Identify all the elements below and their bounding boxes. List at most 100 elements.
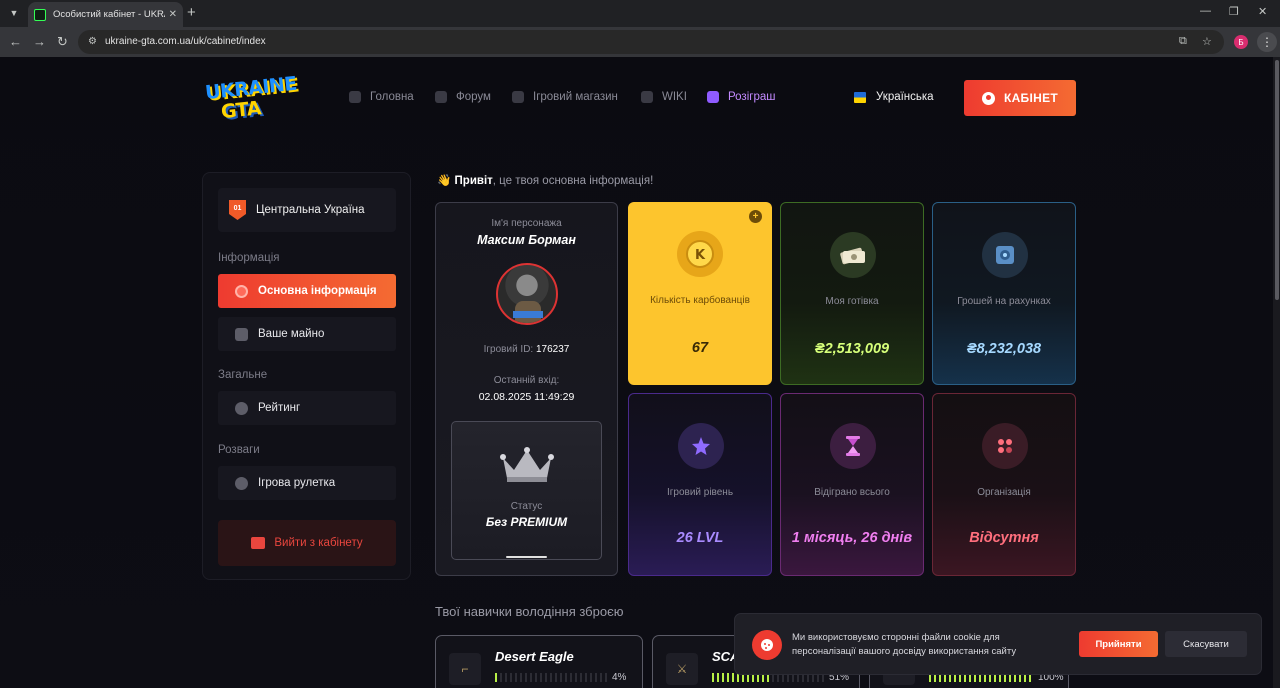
region-badge-icon: 01 xyxy=(229,200,246,220)
playtime-value: 1 місяць, 26 днів xyxy=(791,530,913,546)
sidebar-item-property[interactable]: Ваше майно xyxy=(218,317,396,351)
organization-label: Організація xyxy=(977,487,1031,498)
reload-icon[interactable]: ↻ xyxy=(57,34,68,49)
level-label: Ігровий рівень xyxy=(666,487,734,498)
minimize-icon[interactable]: — xyxy=(1200,5,1211,17)
nav-label: Головна xyxy=(370,91,414,103)
svg-text:K: K xyxy=(695,248,706,263)
greeting-bold: Привіт xyxy=(454,175,493,187)
section-general-label: Загальне xyxy=(218,369,268,381)
site-favicon-icon xyxy=(34,8,46,21)
weapon-name: Desert Eagle xyxy=(495,649,574,664)
cookie-banner: Ми використовуємо сторонні файли cookie … xyxy=(734,613,1262,675)
back-icon[interactable]: ← xyxy=(9,34,22,49)
url-text: ukraine-gta.com.ua/uk/cabinet/index xyxy=(105,36,266,47)
ukraine-flag-icon xyxy=(854,91,866,103)
organization-card: Організація Відсутня xyxy=(932,393,1076,576)
shop-icon xyxy=(512,91,524,103)
status-indicator xyxy=(506,556,547,558)
cookie-cancel-button[interactable]: Скасувати xyxy=(1165,631,1247,657)
sidebar-item-label: Ваше майно xyxy=(258,328,325,340)
bank-label: Грошей на рахунках xyxy=(957,296,1051,307)
page: UKRAINE GTA Головна Форум Ігровий магази… xyxy=(0,57,1273,688)
address-bar[interactable]: ⚙ ukraine-gta.com.ua/uk/cabinet/index ⧉ … xyxy=(78,30,1224,54)
section-games-label: Розваги xyxy=(218,444,260,456)
roulette-icon xyxy=(235,476,248,490)
game-id-label: Ігровий ID: xyxy=(483,344,534,355)
karbovantsi-value: 67 xyxy=(691,340,709,356)
level-value: 26 LVL xyxy=(676,530,724,546)
group-icon xyxy=(982,423,1028,469)
character-name-label: Ім'я персонажа xyxy=(491,218,562,229)
region-selector[interactable]: 01 Центральна Україна xyxy=(218,188,396,232)
weapon-skills-title: Твої навички володіння зброєю xyxy=(435,604,624,619)
bank-value: ₴8,232,038 xyxy=(966,341,1042,357)
cabinet-button[interactable]: КАБІНЕТ xyxy=(964,80,1076,116)
cookie-icon xyxy=(752,630,782,660)
alert-icon xyxy=(235,284,248,298)
status-label: Статус xyxy=(510,501,543,512)
user-icon xyxy=(981,91,995,105)
add-karbovantsi-button[interactable]: + xyxy=(749,210,762,223)
sidebar-item-label: Ігрова рулетка xyxy=(258,477,336,489)
close-window-icon[interactable]: ✕ xyxy=(1258,5,1267,18)
car-icon xyxy=(235,327,248,341)
browser-menu-icon[interactable]: ⋮ xyxy=(1257,32,1277,52)
nav-label: Форум xyxy=(456,91,491,103)
karbovantsi-label: Кількість карбованців xyxy=(650,295,750,306)
cash-label: Моя готівка xyxy=(825,296,879,307)
browser-tab-strip: ▼ Особистий кабінет - UKRAINE ✕ + — ❐ ✕ xyxy=(0,0,1280,27)
tab-search-icon[interactable]: ▼ xyxy=(5,4,23,22)
cookie-text: Ми використовуємо сторонні файли cookie … xyxy=(792,632,1017,657)
nav-home[interactable]: Головна xyxy=(349,91,414,103)
premium-status-panel[interactable]: Статус Без PREMIUM xyxy=(451,421,602,560)
playtime-card: Відіграно всього 1 місяць, 26 днів xyxy=(780,393,924,576)
forward-icon[interactable]: → xyxy=(33,34,46,49)
game-id-row: Ігровий ID: 176237 xyxy=(436,344,617,355)
logout-label: Вийти з кабінету xyxy=(274,537,363,549)
nav-wiki[interactable]: WIKI xyxy=(641,91,687,103)
nav-forum[interactable]: Форум xyxy=(435,91,491,103)
cash-value: ₴2,513,009 xyxy=(814,341,890,357)
wave-icon: 👋 xyxy=(437,175,452,187)
sidebar-item-rating[interactable]: Рейтинг xyxy=(218,391,396,425)
bookmark-star-icon[interactable]: ☆ xyxy=(1202,35,1212,48)
sidebar-item-basic-info[interactable]: Основна інформація xyxy=(218,274,396,308)
playtime-label: Відіграно всього xyxy=(814,487,890,498)
cookie-accept-button[interactable]: Прийняти xyxy=(1079,631,1158,657)
rifle-icon: ⚔ xyxy=(666,653,698,685)
tab-title: Особистий кабінет - UKRAINE xyxy=(53,9,165,20)
language-label: Українська xyxy=(876,91,934,103)
nav-label: Розіграш xyxy=(728,91,776,103)
skill-percent: 4% xyxy=(612,672,627,683)
logo-text-line2: GTA xyxy=(220,97,263,124)
sidebar: 01 Центральна Україна Інформація Основна… xyxy=(202,172,411,580)
logout-icon xyxy=(251,537,266,549)
pistol-icon: ⌐ xyxy=(449,653,481,685)
site-logo[interactable]: UKRAINE GTA xyxy=(204,73,298,124)
game-id-value: 176237 xyxy=(536,344,570,355)
sidebar-item-roulette[interactable]: Ігрова рулетка xyxy=(218,466,396,500)
nav-giveaway[interactable]: Розіграш xyxy=(707,91,775,103)
skill-bar-fill xyxy=(495,673,499,682)
browser-tab[interactable]: Особистий кабінет - UKRAINE ✕ xyxy=(28,2,183,27)
greeting-text: , це твоя основна інформація! xyxy=(492,175,654,187)
site-info-icon[interactable]: ⚙ xyxy=(88,36,100,48)
tab-close-icon[interactable]: ✕ xyxy=(169,9,177,20)
safe-icon xyxy=(982,232,1028,278)
language-switcher[interactable]: Українська xyxy=(854,91,934,103)
sidebar-item-label: Основна інформація xyxy=(258,285,377,297)
install-app-icon[interactable]: ⧉ xyxy=(1179,35,1187,48)
maximize-icon[interactable]: ❐ xyxy=(1229,5,1239,18)
star-icon xyxy=(678,423,724,469)
section-info-label: Інформація xyxy=(218,252,280,264)
nav-shop[interactable]: Ігровий магазин xyxy=(512,91,618,103)
logout-button[interactable]: Вийти з кабінету xyxy=(218,520,396,566)
profile-avatar[interactable]: Б xyxy=(1234,35,1248,49)
character-name: Максим Борман xyxy=(477,233,576,247)
avatar xyxy=(496,263,558,325)
new-tab-icon[interactable]: + xyxy=(187,5,196,20)
level-card: Ігровий рівень 26 LVL xyxy=(628,393,772,576)
scrollbar-thumb[interactable] xyxy=(1275,60,1279,300)
bank-card: Грошей на рахунках ₴8,232,038 xyxy=(932,202,1076,385)
